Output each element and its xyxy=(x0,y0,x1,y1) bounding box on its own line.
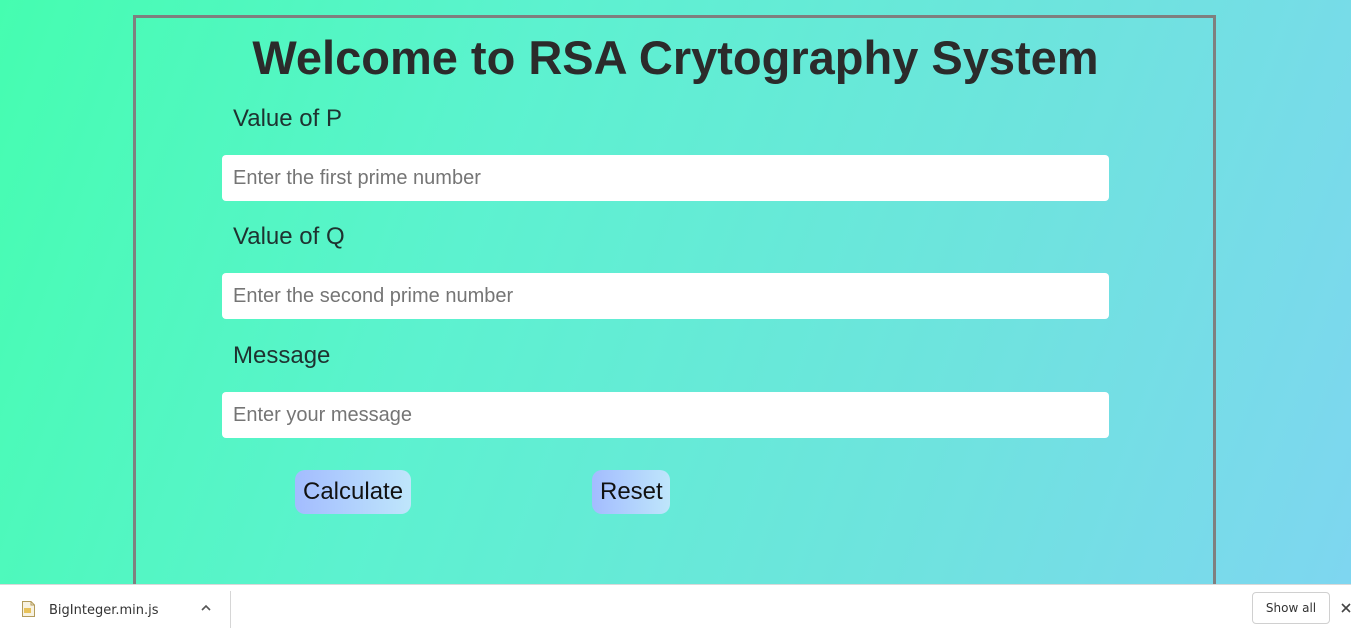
js-file-icon xyxy=(22,601,35,617)
q-input[interactable] xyxy=(222,273,1109,319)
chevron-up-icon[interactable] xyxy=(199,601,213,615)
page-title: Welcome to RSA Crytography System xyxy=(252,31,1099,84)
download-file-name: BigInteger.min.js xyxy=(49,603,159,618)
message-input[interactable] xyxy=(222,392,1109,438)
q-label: Value of Q xyxy=(233,223,345,250)
page-background: Welcome to RSA Crytography System Value … xyxy=(0,0,1351,584)
p-input[interactable] xyxy=(222,155,1109,201)
download-item[interactable]: BigInteger.min.js xyxy=(0,585,230,631)
reset-button[interactable]: Reset xyxy=(592,470,670,514)
calculate-button[interactable]: Calculate xyxy=(295,470,411,514)
p-label: Value of P xyxy=(233,105,342,132)
close-icon[interactable] xyxy=(1339,601,1351,615)
divider xyxy=(230,591,231,628)
show-all-button[interactable]: Show all xyxy=(1252,592,1330,624)
message-label: Message xyxy=(233,342,331,369)
download-bar: BigInteger.min.js Show all xyxy=(0,584,1351,631)
